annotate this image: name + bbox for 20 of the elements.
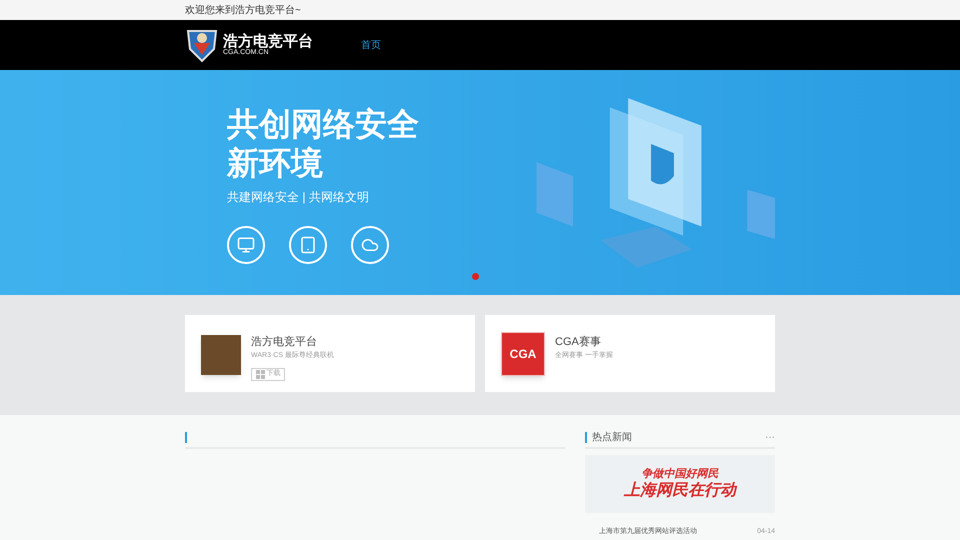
windows-icon [256, 370, 264, 378]
cloud-icon [351, 226, 389, 264]
banner-headline: 新环境 [227, 144, 324, 182]
tablet-icon [289, 226, 327, 264]
news-banner-text: 争做中国好网民 [642, 468, 718, 481]
cga-logo: CGA [501, 332, 545, 376]
banner-subtitle: 共建网络安全 | 共网络文明 [227, 189, 370, 206]
section-marker-icon [185, 432, 187, 442]
welcome-text: 欢迎您来到浩方电竞平台~ [185, 4, 301, 18]
nav-link[interactable]: 首页 [361, 38, 381, 52]
section-marker-icon [585, 432, 587, 442]
news-banner-text: 上海网民在行动 [624, 481, 736, 500]
avatar-placeholder [201, 335, 241, 375]
banner-headline: 共创网络安全 [227, 105, 420, 144]
shield-logo-icon [185, 27, 219, 63]
product-title: 浩方电竞平台 [251, 335, 318, 349]
monitor-icon [227, 226, 265, 264]
section-title: 热点新闻 [592, 430, 632, 444]
logo-text: 浩方电竞平台 [223, 34, 313, 49]
product-title: CGA赛事 [555, 335, 602, 349]
